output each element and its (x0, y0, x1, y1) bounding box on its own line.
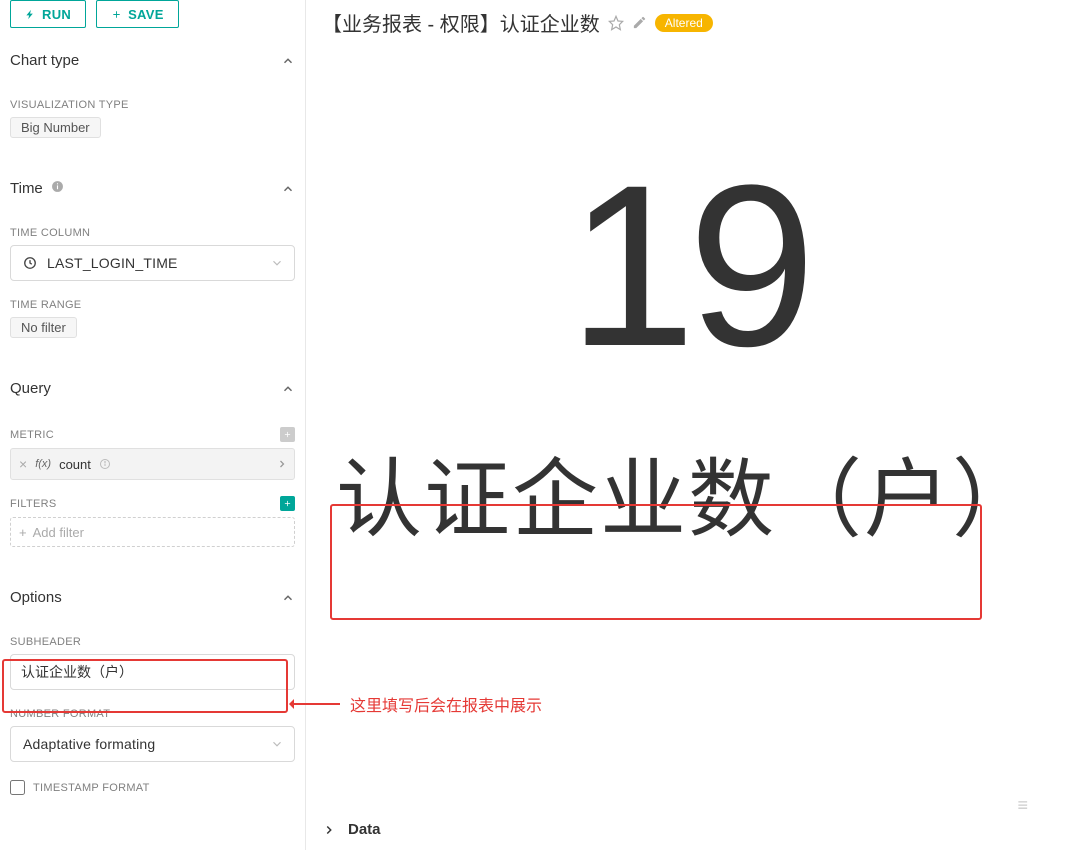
add-filter-button[interactable] (280, 496, 295, 511)
section-chart-type[interactable]: Chart type (10, 40, 295, 81)
chevron-up-icon (281, 54, 295, 68)
timestamp-format-row[interactable]: TIMESTAMP FORMAT (10, 780, 295, 795)
bolt-icon (25, 9, 36, 20)
metric-value: count (59, 457, 91, 472)
chart-title: 【业务报表 - 权限】认证企业数 (322, 8, 600, 37)
chevron-down-icon (270, 737, 284, 751)
metric-item[interactable]: × f(x) count (10, 448, 295, 480)
section-time[interactable]: Time (10, 168, 295, 209)
plus-icon: + (19, 525, 27, 540)
save-label: SAVE (128, 7, 164, 22)
altered-badge: Altered (655, 14, 713, 32)
save-button[interactable]: SAVE (96, 0, 179, 28)
plus-icon (111, 9, 122, 20)
time-column-select[interactable]: LAST_LOGIN_TIME (10, 245, 295, 281)
viz-type-pill[interactable]: Big Number (10, 117, 101, 138)
timestamp-format-label: TIMESTAMP FORMAT (33, 782, 150, 794)
big-number-subheader: 认证企业数（户） (336, 429, 1040, 554)
section-title: Options (10, 589, 62, 606)
metric-label: METRIC (10, 429, 54, 441)
chevron-up-icon (281, 182, 295, 196)
run-label: RUN (42, 7, 71, 22)
arrow-icon (294, 703, 340, 705)
add-metric-button[interactable] (280, 427, 295, 442)
annotation-text: 这里填写后会在报表中展示 (350, 692, 542, 716)
edit-icon[interactable] (632, 15, 647, 30)
time-range-label: TIME RANGE (10, 299, 295, 311)
time-column-value: LAST_LOGIN_TIME (47, 255, 178, 271)
data-section-toggle[interactable]: ≡ Data (306, 809, 1070, 850)
time-column-label: TIME COLUMN (10, 227, 295, 239)
fx-icon: f(x) (35, 458, 51, 470)
control-panel: RUN SAVE Chart type VISUALIZATION TYPE B… (0, 0, 306, 850)
remove-metric-button[interactable]: × (19, 457, 27, 471)
number-format-label: NUMBER FORMAT (10, 708, 295, 720)
info-icon (51, 180, 64, 193)
number-format-select[interactable]: Adaptative formating (10, 726, 295, 762)
chart-area: 【业务报表 - 权限】认证企业数 Altered 19 认证企业数（户） 这里填… (306, 0, 1070, 850)
section-title: Time (10, 180, 64, 197)
big-number-value: 19 (568, 162, 808, 369)
chevron-right-icon (276, 458, 288, 470)
subheader-input[interactable] (10, 654, 295, 690)
timestamp-format-checkbox[interactable] (10, 780, 25, 795)
run-button[interactable]: RUN (10, 0, 86, 28)
chevron-right-icon (322, 823, 336, 837)
info-icon (99, 458, 111, 470)
section-options[interactable]: Options (10, 577, 295, 618)
section-title: Query (10, 380, 51, 397)
subheader-label: SUBHEADER (10, 636, 295, 648)
chevron-up-icon (281, 591, 295, 605)
viz-type-label: VISUALIZATION TYPE (10, 99, 295, 111)
chevron-down-icon (270, 256, 284, 270)
star-icon[interactable] (608, 15, 624, 31)
section-title: Chart type (10, 52, 79, 69)
clock-icon (23, 256, 37, 270)
number-format-value: Adaptative formating (23, 736, 155, 752)
annotation: 这里填写后会在报表中展示 (294, 692, 542, 716)
add-filter-row[interactable]: + Add filter (10, 517, 295, 547)
data-label: Data (348, 821, 381, 838)
filters-label: FILTERS (10, 498, 57, 510)
add-filter-text: Add filter (33, 525, 84, 540)
time-range-pill[interactable]: No filter (10, 317, 77, 338)
drag-handle-icon[interactable]: ≡ (1017, 795, 1030, 816)
section-query[interactable]: Query (10, 368, 295, 409)
chevron-up-icon (281, 382, 295, 396)
